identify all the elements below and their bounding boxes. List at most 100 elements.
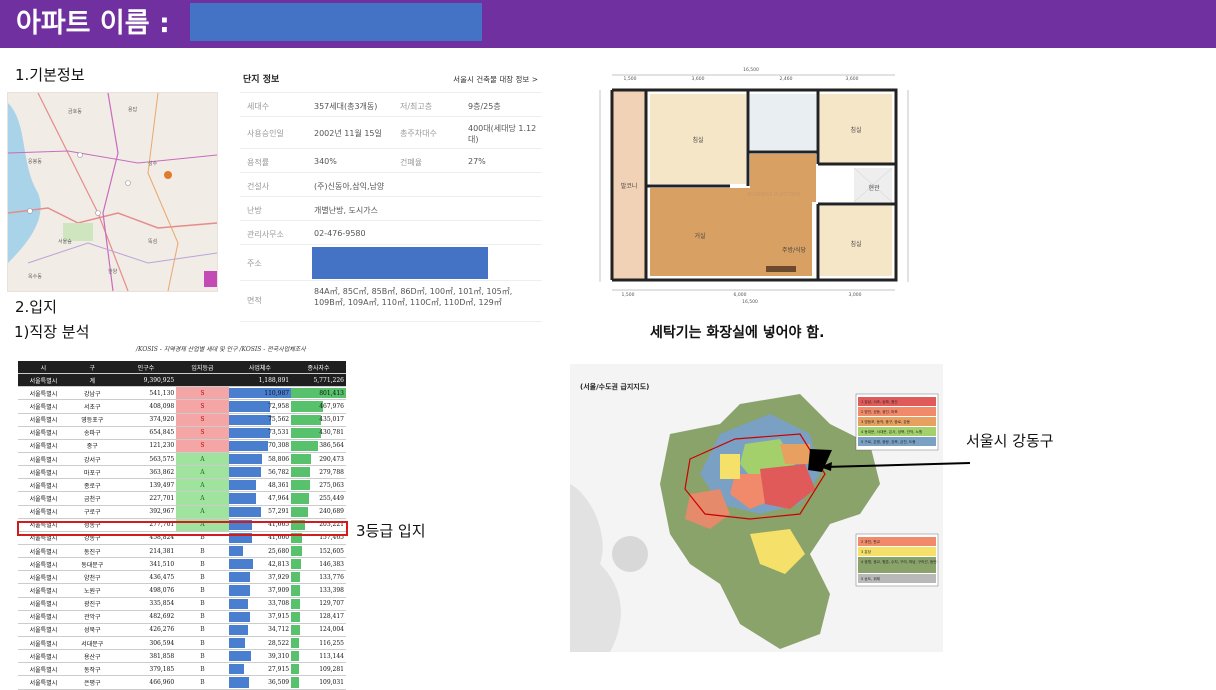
info-value: (주)신동아,삼익,남양 <box>314 182 385 191</box>
employee-bar <box>291 506 308 517</box>
table-source-title: /KOSIS - 지역경제 산업별 세대 및 인구 /KOSIS - 전국사업체… <box>136 346 306 353</box>
employee-bar <box>291 624 300 635</box>
section-job-analysis: 1)직장 분석 <box>14 323 90 341</box>
table-row: 서울특별시 동진구 214,381 B 25,680 152,605 <box>18 544 346 559</box>
cell: 341,510 <box>115 557 177 572</box>
cell: 동작구 <box>68 662 116 677</box>
cell: 306,594 <box>115 636 177 651</box>
room-label: 침실 <box>850 240 861 248</box>
cell: 서울특별시 <box>18 399 69 414</box>
cell-value: 33,708 <box>268 600 290 608</box>
cell: 363,862 <box>115 465 177 480</box>
cell-value: 240,689 <box>319 508 344 516</box>
employee-bar <box>291 611 300 622</box>
info-value: 400대(세대당 1.12대) <box>468 124 537 144</box>
cell: 128,417 <box>291 610 346 624</box>
cell-value: 42,813 <box>268 560 290 568</box>
cell-value: 73,531 <box>268 429 290 437</box>
cell: A <box>176 491 229 506</box>
district-label: 서울시 강동구 <box>966 432 1054 450</box>
page-title: 아파트 이름 : <box>16 8 170 39</box>
cell: 124,004 <box>291 623 346 637</box>
cell: 서울특별시 <box>18 413 69 427</box>
pointer-arrow <box>820 462 970 471</box>
employee-bar <box>291 427 321 438</box>
cell: 113,144 <box>291 649 346 664</box>
cell: 동대문구 <box>68 557 116 572</box>
cell: 서울특별시 <box>18 610 69 624</box>
table-total-row: 서울특별시 계 9,390,925 1,188,891 5,771,226 <box>18 373 346 388</box>
cell: 374,920 <box>115 413 177 427</box>
cell: 116,255 <box>291 636 346 651</box>
cell: 서울특별시 <box>18 623 69 637</box>
col-header: 구 <box>68 361 116 375</box>
map-graphic: 금호동 용답 응봉동 성수 서울숲 뚝섬 옥수동 한양 <box>8 93 217 291</box>
employee-bar <box>291 585 301 596</box>
cell: S <box>176 426 229 440</box>
cell: 영등포구 <box>68 413 116 427</box>
employee-bar <box>291 572 301 583</box>
legend-item: 5 구로, 은평, 중랑, 강북, 금천, 도봉 <box>861 439 916 444</box>
cell: 381,858 <box>115 649 177 664</box>
cell: 강서구 <box>68 452 116 467</box>
table-row: 서울특별시 양천구 436,475 B 37,929 133,776 <box>18 570 346 585</box>
table-row: 서울특별시 관악구 482,692 B 37,915 128,417 <box>18 610 346 624</box>
info-row: 건설사 (주)신동아,삼익,남양 <box>240 172 542 197</box>
info-key: 사용승인일 <box>247 129 284 138</box>
info-row: 면적 84A㎡, 85C㎡, 85B㎡, 86D㎡, 100㎡, 101㎡, 1… <box>240 280 542 322</box>
section-location: 2.입지 <box>15 298 57 316</box>
building-registry-link[interactable]: 서울시 건축물 대장 정보 > <box>453 74 538 85</box>
table-row: 서울특별시 동작구 379,185 B 27,915 109,281 <box>18 662 346 677</box>
cell: 240,689 <box>291 505 346 519</box>
cell: 서대문구 <box>68 636 116 651</box>
cell-value: 110,987 <box>264 389 290 397</box>
legend-item: 3 분당 <box>861 549 872 554</box>
table-row: 서울특별시 중구 121,230 S 70,308 386,564 <box>18 439 346 453</box>
cell: 종로구 <box>68 478 116 493</box>
cell: 42,813 <box>228 557 292 572</box>
legend-item: 4 광명, 광교, 평촌, 수지, 구리, 하남, 구리선, 동탄 <box>861 559 937 564</box>
cell: B <box>176 557 229 572</box>
cell-value: 75,562 <box>268 416 290 424</box>
cell: A <box>176 452 229 467</box>
employee-bar <box>291 664 299 675</box>
cell: 48,361 <box>228 478 292 493</box>
info-row: 관리사무소 02-476-9580 <box>240 220 542 245</box>
dim-top: 1,500 <box>624 76 637 82</box>
table-row: 서울특별시 용산구 381,858 B 39,310 113,144 <box>18 649 346 664</box>
legend-item: 5 송도, 위례 <box>861 576 880 581</box>
cell-value: 128,417 <box>319 613 344 621</box>
cell: 서울특별시 <box>18 439 69 453</box>
cell: 70,308 <box>228 439 292 453</box>
cell-value: 72,958 <box>268 402 290 410</box>
cell: B <box>176 662 229 677</box>
dim-top: 3,600 <box>692 76 705 82</box>
cell: 서초구 <box>68 399 116 414</box>
complex-info-panel: 단지 정보 서울시 건축물 대장 정보 > 세대수 357세대(총3개동) 저/… <box>240 66 542 322</box>
table-row: 서울특별시 서대문구 306,594 B 28,522 116,255 <box>18 636 346 651</box>
cell: 서울특별시 <box>18 544 69 559</box>
table-row: 서울특별시 강남구 541,130 S 110,987 801,413 <box>18 386 346 401</box>
floor-plan: 16,500 1,500 3,600 2,460 3,600 1,500 6,0… <box>590 66 912 306</box>
cell-value: 109,031 <box>319 678 344 686</box>
dim-total-top: 16,500 <box>743 67 759 73</box>
cell: 255,449 <box>291 491 346 506</box>
cell: 서울특별시 <box>18 491 69 506</box>
employee-bar <box>291 414 321 425</box>
info-title: 단지 정보 <box>243 75 280 85</box>
cell: 25,680 <box>228 544 292 559</box>
cell: 5,771,226 <box>291 373 346 388</box>
employee-bar <box>291 637 300 649</box>
info-row: 세대수 357세대(총3개동) 저/최고층 9층/25층 <box>240 92 542 117</box>
cell-value: 124,004 <box>319 626 344 634</box>
cell: 57,291 <box>228 505 292 519</box>
dim-bottom: 1,500 <box>622 292 635 298</box>
table-row: 서울특별시 마포구 363,862 A 56,782 279,788 <box>18 465 346 480</box>
cell: 노원구 <box>68 583 116 598</box>
table-row: 서울특별시 구로구 392,967 A 57,291 240,689 <box>18 505 346 519</box>
svg-text:옥수동: 옥수동 <box>28 274 42 280</box>
cell: 498,076 <box>115 583 177 598</box>
section-basic-info: 1.기본정보 <box>15 66 85 84</box>
cell: 37,915 <box>228 610 292 624</box>
table-row: 서울특별시 동대문구 341,510 B 42,813 146,383 <box>18 557 346 572</box>
